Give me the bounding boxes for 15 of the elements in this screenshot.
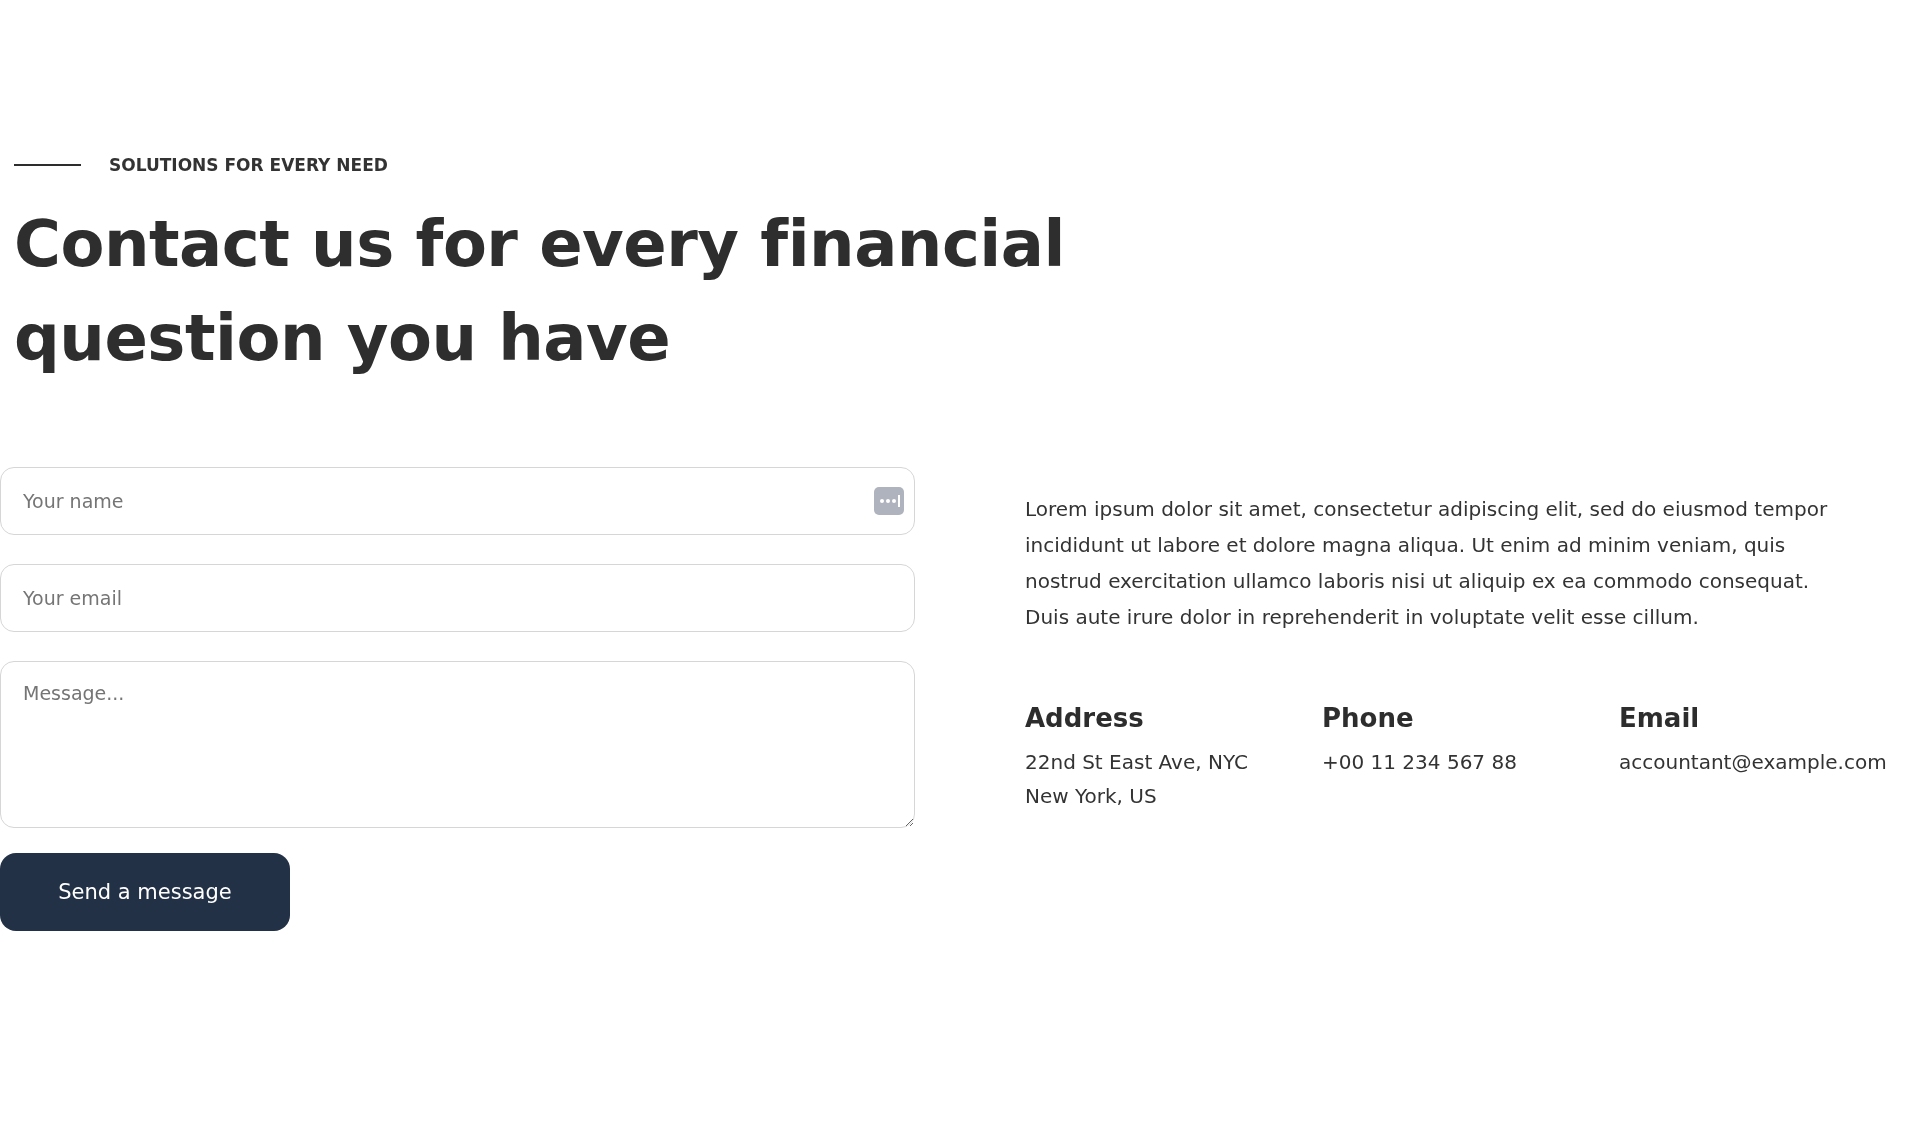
page-heading: Contact us for every financial question you have — [14, 206, 1066, 377]
send-button[interactable]: Send a message — [0, 853, 290, 931]
contact-title: Phone — [1322, 703, 1415, 733]
contact-title: Address — [1025, 703, 1145, 733]
text-field[interactable]: Your email — [0, 564, 915, 632]
contact-detail: New York, US — [1025, 783, 1158, 810]
intro-paragraph: Lorem ipsum dolor sit amet, consectetur adipiscing elit, sed do eiusmod tempor incididunt ut labore et dolore magna aliqua. Ut enim ad minim veniam, quis nostrud exercitation ullamco laboris nisi ut aliquip ex ea commodo consequat. Duis aute irure dolor in reprehenderit in voluptate velit esse cillum. — [1025, 496, 1829, 631]
contact-detail: accountant@example.com — [1619, 749, 1888, 776]
contact-detail: +00 11 234 567 88 — [1322, 749, 1518, 776]
autofill-icon[interactable] — [874, 487, 904, 515]
contact-detail: 22nd St East Ave, NYC — [1025, 749, 1249, 776]
message-field[interactable]: Message... — [0, 661, 915, 828]
text-field[interactable]: Your name — [0, 467, 915, 535]
section-eyebrow: SOLUTIONS FOR EVERY NEED — [109, 155, 388, 175]
contact-title: Email — [1619, 703, 1701, 733]
